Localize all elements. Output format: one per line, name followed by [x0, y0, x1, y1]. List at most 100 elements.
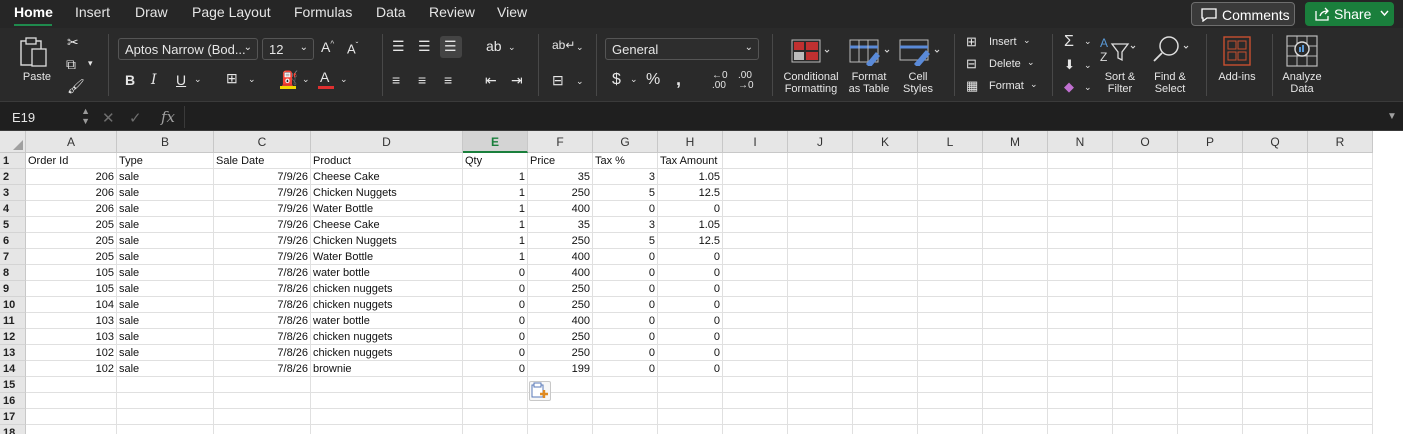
cell[interactable]: 0: [658, 361, 723, 377]
cell[interactable]: [1178, 313, 1243, 329]
cell[interactable]: [1178, 329, 1243, 345]
cell[interactable]: 400: [528, 313, 593, 329]
cell[interactable]: [788, 377, 853, 393]
analyze-data-button[interactable]: [1286, 35, 1318, 67]
cell[interactable]: [983, 425, 1048, 434]
font-size-dropdown[interactable]: 12 ⌄: [262, 38, 314, 60]
cell[interactable]: [658, 393, 723, 409]
column-header-d[interactable]: D: [311, 131, 463, 153]
column-header-i[interactable]: I: [723, 131, 788, 153]
cell[interactable]: [983, 409, 1048, 425]
cell[interactable]: [1243, 281, 1308, 297]
cell[interactable]: [983, 281, 1048, 297]
cell[interactable]: [1308, 169, 1373, 185]
cell[interactable]: 3: [593, 169, 658, 185]
cell[interactable]: [1113, 377, 1178, 393]
cell[interactable]: 7/8/26: [214, 345, 311, 361]
select-all-corner[interactable]: [0, 131, 26, 153]
cell[interactable]: [918, 329, 983, 345]
cell[interactable]: [117, 425, 214, 434]
cell[interactable]: [1048, 169, 1113, 185]
cell[interactable]: 250: [528, 281, 593, 297]
cell[interactable]: 250: [528, 329, 593, 345]
cell[interactable]: 0: [463, 297, 528, 313]
fill-color-button[interactable]: ⛽: [280, 70, 298, 90]
chevron-down-icon[interactable]: ⌄: [576, 42, 584, 53]
cell[interactable]: [1243, 217, 1308, 233]
row-header-17[interactable]: 17: [0, 409, 26, 425]
cell[interactable]: [788, 409, 853, 425]
align-right-icon[interactable]: ≡: [444, 72, 452, 88]
cell[interactable]: 1.05: [658, 169, 723, 185]
cell[interactable]: [1243, 297, 1308, 313]
column-header-r[interactable]: R: [1308, 131, 1373, 153]
cell[interactable]: 0: [463, 313, 528, 329]
cell[interactable]: 7/9/26: [214, 185, 311, 201]
cell[interactable]: [1308, 281, 1373, 297]
cell[interactable]: [788, 393, 853, 409]
cell[interactable]: [117, 377, 214, 393]
cell[interactable]: 0: [463, 265, 528, 281]
cell[interactable]: [788, 217, 853, 233]
conditional-formatting-button[interactable]: [790, 38, 830, 66]
spreadsheet-grid[interactable]: A B C D E F G H I J K L M N O P Q R 1 Order Id Type Sale Date…: [0, 131, 1403, 434]
cell[interactable]: [723, 425, 788, 434]
cell[interactable]: [853, 249, 918, 265]
header-cell[interactable]: Order Id: [26, 153, 117, 169]
cell[interactable]: [918, 201, 983, 217]
cell[interactable]: [788, 249, 853, 265]
cell[interactable]: [918, 233, 983, 249]
cell[interactable]: [723, 345, 788, 361]
expand-formula-icon[interactable]: ▼: [1387, 111, 1397, 122]
increase-decimal-icon[interactable]: ←0.00: [712, 71, 728, 91]
row-header-1[interactable]: 1: [0, 153, 26, 169]
find-select-button[interactable]: [1152, 34, 1192, 68]
cell[interactable]: [528, 425, 593, 434]
cell[interactable]: [311, 393, 463, 409]
align-top-icon[interactable]: ☰: [392, 38, 405, 55]
cell[interactable]: [1113, 217, 1178, 233]
header-cell[interactable]: [723, 153, 788, 169]
cell[interactable]: 1: [463, 185, 528, 201]
row-header-4[interactable]: 4: [0, 201, 26, 217]
cell[interactable]: sale: [117, 329, 214, 345]
format-painter-icon[interactable]: 🖌: [67, 78, 85, 95]
cell[interactable]: sale: [117, 201, 214, 217]
cell[interactable]: [1178, 217, 1243, 233]
cell[interactable]: 7/8/26: [214, 297, 311, 313]
cell[interactable]: [1048, 393, 1113, 409]
share-button[interactable]: Share: [1305, 2, 1394, 26]
cell[interactable]: [593, 425, 658, 434]
cell[interactable]: [853, 185, 918, 201]
cell[interactable]: [1308, 297, 1373, 313]
cell[interactable]: 7/8/26: [214, 265, 311, 281]
underline-icon[interactable]: U: [176, 72, 186, 88]
cell[interactable]: [1308, 377, 1373, 393]
cell[interactable]: 206: [26, 169, 117, 185]
cell[interactable]: 0: [593, 281, 658, 297]
tab-review[interactable]: Review: [429, 4, 475, 20]
cell[interactable]: [1243, 361, 1308, 377]
cell[interactable]: [1243, 329, 1308, 345]
chevron-down-icon[interactable]: ⌄: [1084, 36, 1092, 47]
cell[interactable]: [853, 313, 918, 329]
number-format-dropdown[interactable]: General ⌄: [605, 38, 759, 60]
row-header-7[interactable]: 7: [0, 249, 26, 265]
row-header-15[interactable]: 15: [0, 377, 26, 393]
cell[interactable]: [1178, 249, 1243, 265]
header-cell[interactable]: Qty: [463, 153, 528, 169]
cell[interactable]: 250: [528, 233, 593, 249]
cell[interactable]: [1048, 201, 1113, 217]
cell[interactable]: [1243, 233, 1308, 249]
header-cell[interactable]: [983, 153, 1048, 169]
cell[interactable]: [214, 409, 311, 425]
cell[interactable]: sale: [117, 265, 214, 281]
row-header-16[interactable]: 16: [0, 393, 26, 409]
cell[interactable]: 0: [658, 281, 723, 297]
borders-icon[interactable]: ⊞: [226, 70, 238, 87]
cell[interactable]: 205: [26, 233, 117, 249]
cell[interactable]: [788, 425, 853, 434]
cell[interactable]: [983, 313, 1048, 329]
row-header-6[interactable]: 6: [0, 233, 26, 249]
insert-cells-button[interactable]: ⊞ Insert ⌄: [966, 34, 1034, 52]
